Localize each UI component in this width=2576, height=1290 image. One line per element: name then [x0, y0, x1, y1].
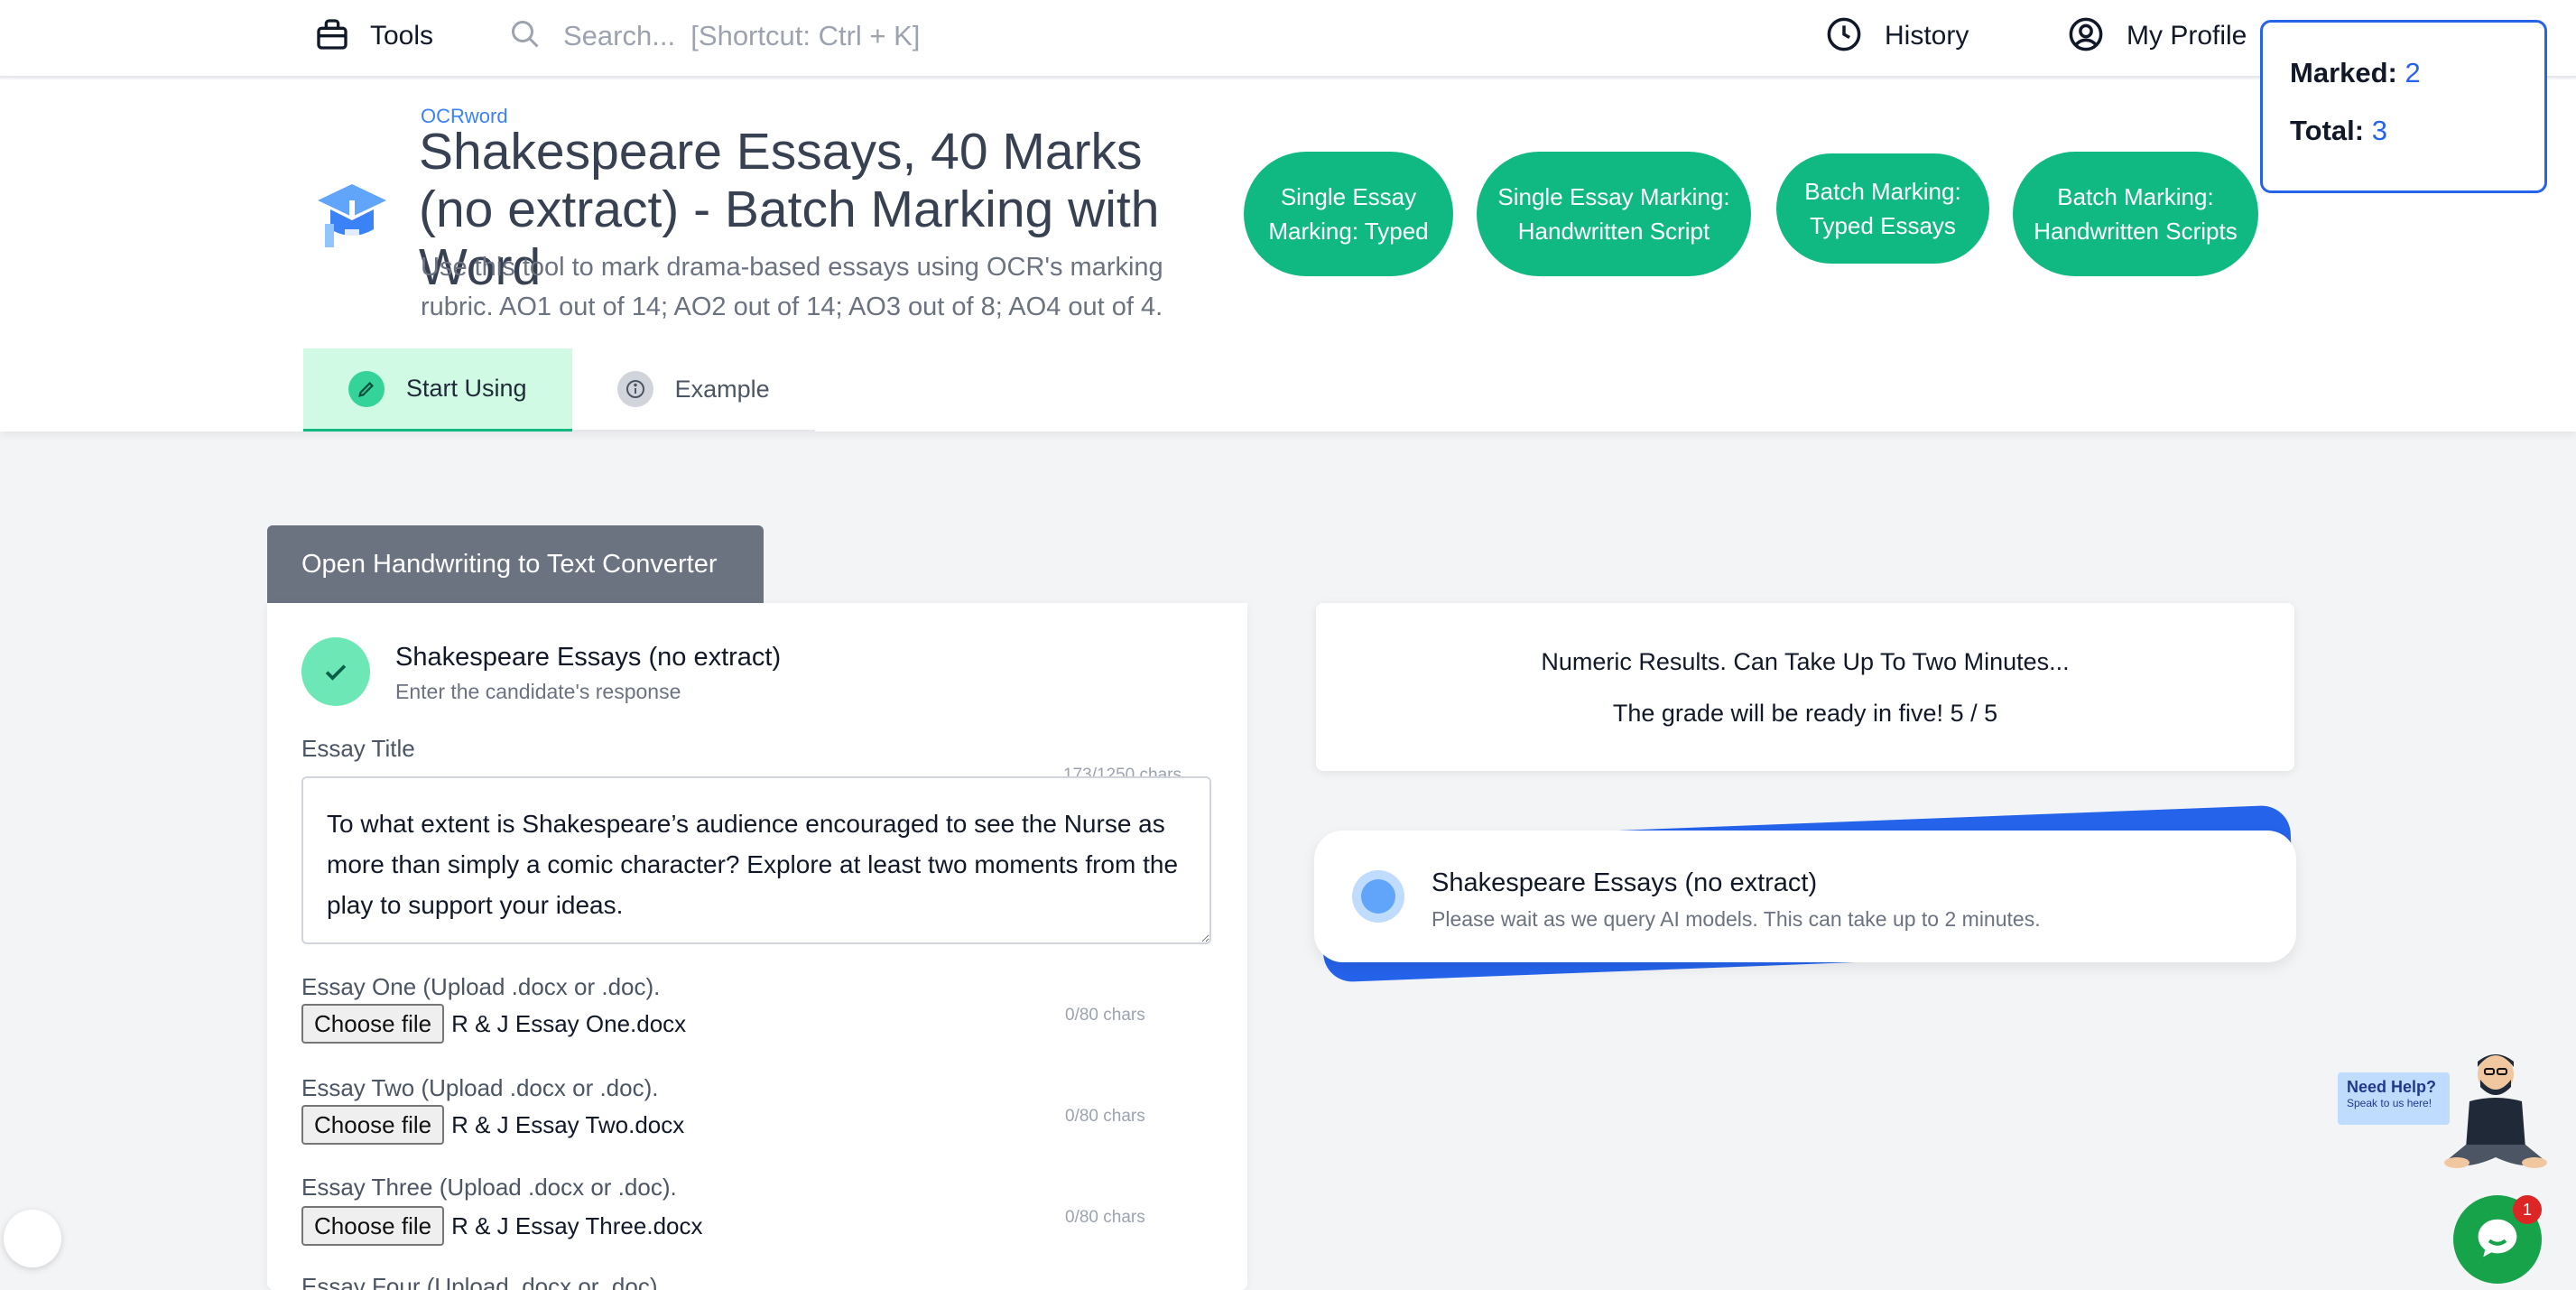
essay-title-label: Essay Title	[301, 735, 415, 762]
support-avatar-icon[interactable]	[2437, 1047, 2554, 1201]
tab-example[interactable]: Example	[571, 348, 815, 432]
upload-row-3: Choose file R & J Essay Three.docx	[301, 1206, 703, 1246]
form-heading: Shakespeare Essays (no extract) Enter th…	[395, 643, 781, 704]
tools-label: Tools	[370, 21, 434, 51]
results-progress: The grade will be ready in five! 5 / 5	[1612, 700, 1998, 727]
numeric-results-card: Numeric Results. Can Take Up To Two Minu…	[1316, 603, 2294, 771]
search-icon	[509, 18, 542, 55]
form-subtitle: Enter the candidate's response	[395, 680, 681, 703]
upload-char-count: 0/80 chars	[1065, 1006, 1145, 1025]
pill-label: Batch Marking: Typed Essays	[1804, 178, 1961, 239]
graduation-cap-icon	[312, 173, 392, 253]
upload-label-2: Essay Two (Upload .docx or .doc).	[301, 1074, 659, 1101]
loading-text: Shakespeare Essays (no extract) Please w…	[1432, 868, 2041, 932]
tab-label: Example	[674, 375, 770, 403]
upload-label-3: Essay Three (Upload .docx or .doc).	[301, 1174, 677, 1201]
marked-label: Marked:	[2290, 57, 2397, 88]
pill-single-handwritten[interactable]: Single Essay Marking: Handwritten Script	[1477, 152, 1751, 276]
file-name: R & J Essay Two.docx	[451, 1110, 685, 1138]
choose-file-button[interactable]: Choose file	[301, 1105, 445, 1145]
total-label: Total:	[2290, 115, 2365, 146]
marked-row: Marked: 2	[2290, 57, 2517, 89]
tools-menu[interactable]: Tools	[314, 16, 433, 56]
history-link[interactable]: History	[1825, 16, 1969, 56]
top-navigation: Tools History My Profile	[0, 0, 2576, 78]
profile-label: My Profile	[2127, 21, 2247, 51]
search-bar[interactable]	[509, 16, 1321, 56]
loading-card-body: Shakespeare Essays (no extract) Please w…	[1314, 831, 2296, 962]
need-help-bubble[interactable]: Need Help? Speak to us here!	[2338, 1072, 2450, 1125]
user-circle-icon	[2067, 15, 2105, 58]
search-input[interactable]	[563, 20, 1285, 52]
tab-label: Start Using	[406, 375, 527, 402]
help-title: Need Help?	[2347, 1078, 2437, 1096]
upload-label-4: Essay Four (Upload .docx or .doc).	[301, 1273, 664, 1290]
upload-label-1: Essay One (Upload .docx or .doc).	[301, 973, 661, 1000]
form-title: Shakespeare Essays (no extract)	[395, 643, 782, 672]
file-name: R & J Essay Three.docx	[451, 1211, 703, 1239]
floating-action-button[interactable]	[4, 1210, 61, 1267]
chat-bubble-icon	[2473, 1213, 2522, 1267]
essay-title-input[interactable]: To what extent is Shakespeare’s audience…	[301, 776, 1211, 944]
upload-char-count: 0/80 chars	[1065, 1208, 1145, 1227]
handwriting-converter-button[interactable]: Open Handwriting to Text Converter	[267, 525, 764, 603]
tool-header: OCRword Shakespeare Essays, 40 Marks (no…	[0, 79, 2576, 432]
history-label: History	[1885, 21, 1969, 51]
choose-file-button[interactable]: Choose file	[301, 1206, 445, 1246]
pencil-icon	[348, 370, 385, 407]
tab-start-using[interactable]: Start Using	[303, 348, 572, 432]
essay-form: Shakespeare Essays (no extract) Enter th…	[267, 603, 1247, 1290]
profile-link[interactable]: My Profile	[2067, 16, 2247, 56]
marking-counter: Marked: 2 Total: 3	[2260, 20, 2547, 193]
total-value: 3	[2371, 115, 2387, 146]
pill-label: Batch Marking: Handwritten Scripts	[2034, 183, 2238, 245]
file-name: R & J Essay One.docx	[451, 1009, 687, 1037]
clock-icon	[1825, 15, 1863, 58]
pill-label: Single Essay Marking: Typed	[1268, 183, 1429, 245]
info-icon	[616, 371, 653, 407]
loading-title: Shakespeare Essays (no extract)	[1432, 868, 1818, 897]
loading-subtitle: Please wait as we query AI models. This …	[1432, 907, 2041, 931]
results-status: Numeric Results. Can Take Up To Two Minu…	[1541, 648, 2070, 675]
tab-bar: Start Using Example	[303, 348, 815, 432]
upload-row-2: Choose file R & J Essay Two.docx	[301, 1105, 684, 1145]
pill-label: Single Essay Marking: Handwritten Script	[1497, 183, 1730, 245]
toolbox-icon	[314, 16, 350, 57]
upload-char-count: 0/80 chars	[1065, 1107, 1145, 1126]
choose-file-button[interactable]: Choose file	[301, 1004, 445, 1044]
marked-value: 2	[2405, 57, 2421, 88]
upload-row-1: Choose file R & J Essay One.docx	[301, 1004, 686, 1044]
total-row: Total: 3	[2290, 115, 2517, 147]
check-icon	[301, 637, 370, 706]
loading-card: Shakespeare Essays (no extract) Please w…	[1314, 803, 2298, 993]
notification-badge: 1	[2513, 1195, 2542, 1224]
page-description: Use this tool to mark drama-based essays…	[421, 253, 1163, 321]
spinner-icon	[1352, 870, 1404, 923]
pill-batch-typed[interactable]: Batch Marking: Typed Essays	[1776, 153, 1989, 264]
pill-batch-handwritten[interactable]: Batch Marking: Handwritten Scripts	[2013, 152, 2258, 276]
help-subtitle: Speak to us here!	[2347, 1097, 2432, 1109]
pill-single-typed[interactable]: Single Essay Marking: Typed	[1244, 152, 1453, 276]
